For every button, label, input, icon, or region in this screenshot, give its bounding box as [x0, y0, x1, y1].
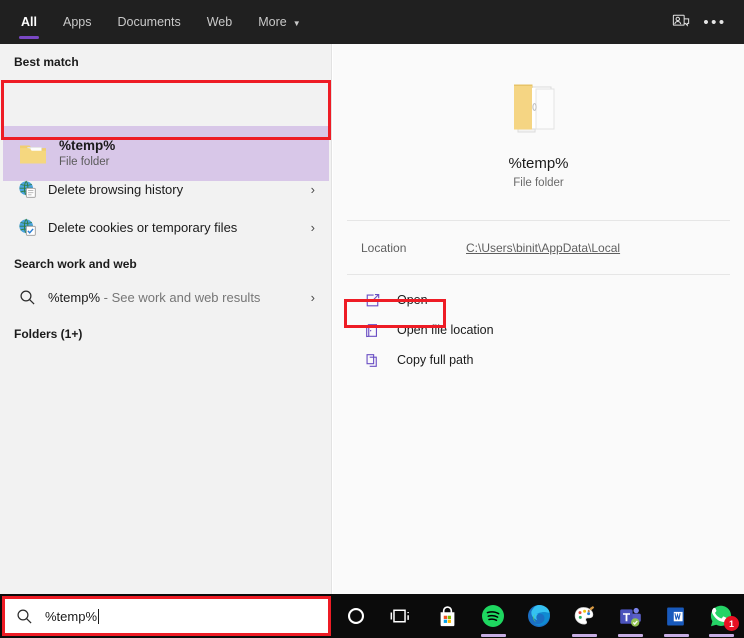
text-cursor	[98, 609, 99, 624]
taskbar-item-whatsapp[interactable]: 1	[698, 594, 744, 638]
search-work-web-item[interactable]: %temp% - See work and web results ›	[0, 278, 331, 316]
folder-icon	[15, 140, 51, 168]
action-open-label: Open	[397, 293, 428, 307]
search-icon	[16, 608, 33, 625]
tab-apps-label: Apps	[63, 15, 92, 29]
best-match-title: %temp%	[59, 137, 115, 154]
chevron-right-icon: ›	[311, 182, 321, 197]
search-input-value: %temp%	[45, 609, 97, 624]
tab-more-label: More	[258, 15, 286, 29]
chevron-right-icon: ›	[311, 220, 321, 235]
tab-documents-label: Documents	[117, 15, 180, 29]
action-open-file-location-label: Open file location	[397, 323, 494, 337]
taskbar-item-task-view[interactable]	[379, 594, 425, 638]
settings-item-label: Delete browsing history	[48, 182, 183, 197]
search-work-web-query: %temp%	[48, 290, 100, 305]
best-match-text: %temp% File folder	[59, 137, 115, 170]
settings-item-label: Delete cookies or temporary files	[48, 220, 237, 235]
action-copy-full-path[interactable]: Copy full path	[333, 345, 744, 375]
topbar-actions: •••	[664, 0, 744, 44]
running-indicator	[664, 634, 689, 637]
running-indicator	[618, 634, 643, 637]
tab-list: All Apps Documents Web More ▼	[8, 0, 314, 44]
preview-subtitle: File folder	[513, 177, 564, 189]
chevron-down-icon: ▼	[293, 19, 301, 28]
running-indicator	[572, 634, 597, 637]
taskbar-icons: 1	[333, 594, 744, 638]
tab-all[interactable]: All	[8, 0, 50, 44]
search-filter-tabbar: All Apps Documents Web More ▼	[0, 0, 744, 44]
settings-globe-icon	[14, 180, 40, 199]
taskbar-item-microsoft-edge[interactable]	[516, 594, 562, 638]
taskbar-item-microsoft-word[interactable]	[653, 594, 699, 638]
action-open[interactable]: Open	[333, 285, 744, 315]
search-work-web-heading: Search work and web	[0, 246, 331, 278]
tab-apps[interactable]: Apps	[50, 0, 105, 44]
best-match-heading: Best match	[0, 44, 331, 76]
search-work-web-label: %temp% - See work and web results	[48, 290, 260, 305]
open-folder-location-icon	[361, 323, 383, 338]
action-open-file-location[interactable]: Open file location	[333, 315, 744, 345]
taskbar-item-spotify[interactable]	[470, 594, 516, 638]
settings-item-delete-cookies[interactable]: Delete cookies or temporary files ›	[0, 208, 331, 246]
location-path-link[interactable]: C:\Users\binit\AppData\Local	[466, 241, 620, 255]
settings-globe-check-icon	[14, 218, 40, 237]
taskbar-search-input[interactable]: %temp%	[4, 598, 329, 634]
feedback-icon[interactable]	[664, 5, 698, 39]
open-external-icon	[361, 293, 383, 308]
settings-item-delete-browsing-history[interactable]: Delete browsing history ›	[0, 170, 331, 208]
taskbar-item-paint[interactable]	[561, 594, 607, 638]
location-label: Location	[361, 241, 466, 255]
taskbar-item-microsoft-store[interactable]	[424, 594, 470, 638]
search-icon	[14, 289, 40, 306]
windows-search-screen: All Apps Documents Web More ▼	[0, 0, 744, 638]
taskbar-item-cortana[interactable]	[333, 594, 379, 638]
tab-all-label: All	[21, 15, 37, 29]
running-indicator	[709, 634, 734, 637]
tab-web[interactable]: Web	[194, 0, 245, 44]
taskbar-item-microsoft-teams[interactable]	[607, 594, 653, 638]
best-match-subtitle: File folder	[59, 155, 115, 170]
search-work-web-suffix: - See work and web results	[100, 290, 260, 305]
results-panel: Best match %temp% File folder Settings	[0, 44, 332, 594]
tab-documents[interactable]: Documents	[104, 0, 193, 44]
preview-panel: %temp% File folder Location C:\Users\bin…	[333, 44, 744, 594]
tab-more[interactable]: More ▼	[245, 0, 313, 44]
ellipsis-icon[interactable]: •••	[698, 5, 732, 39]
chevron-right-icon: ›	[311, 290, 321, 305]
tab-web-label: Web	[207, 15, 232, 29]
running-indicator	[481, 634, 506, 637]
preview-title: %temp%	[508, 155, 568, 172]
location-row: Location C:\Users\binit\AppData\Local	[333, 221, 744, 274]
copy-icon	[361, 353, 383, 368]
folders-heading: Folders (1+)	[0, 316, 331, 348]
action-copy-full-path-label: Copy full path	[397, 353, 473, 367]
notification-badge: 1	[724, 616, 739, 631]
folder-large-icon	[508, 76, 570, 141]
action-list: Open Open file location	[333, 275, 744, 375]
preview-hero: %temp% File folder	[333, 44, 744, 220]
search-input-value-wrap: %temp%	[45, 609, 99, 624]
ellipsis-glyph: •••	[703, 15, 726, 30]
